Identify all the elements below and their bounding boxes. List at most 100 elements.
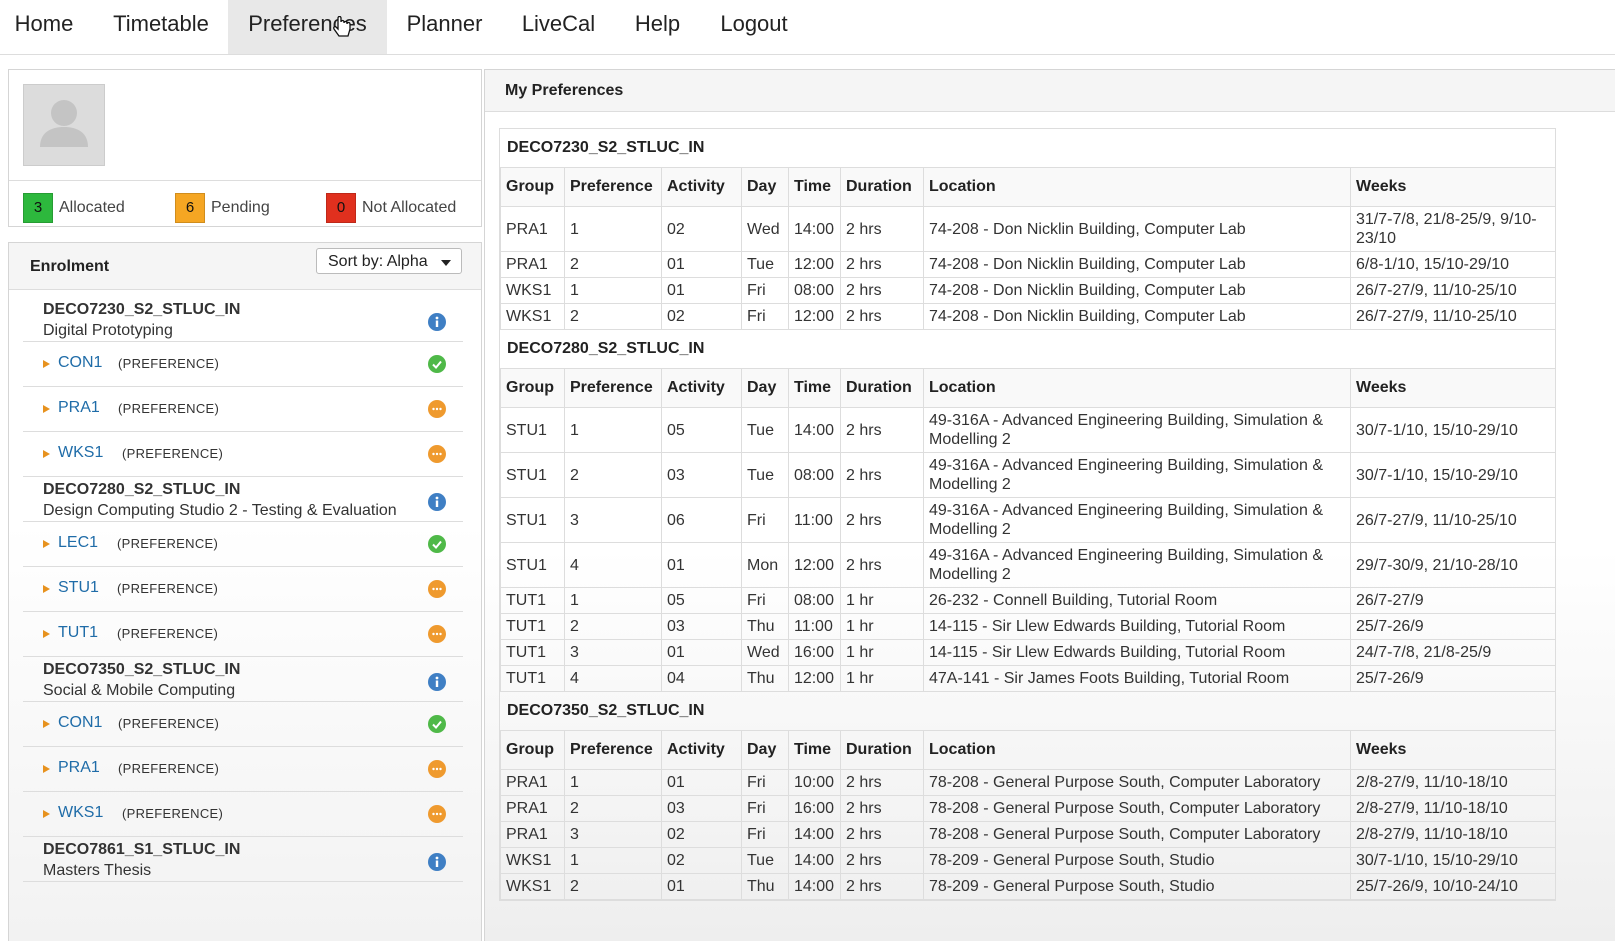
table-cell: 1 xyxy=(564,587,662,614)
table-row: STU1 2 03 Tue 08:00 2 hrs 49-316A - Advanced E… xyxy=(500,452,1556,498)
info-icon[interactable] xyxy=(428,853,446,871)
column-header: Preference xyxy=(564,368,662,408)
sort-dropdown[interactable]: Sort by: Alpha xyxy=(316,248,462,274)
column-header: Group xyxy=(500,167,565,207)
activity-code[interactable]: LEC1 xyxy=(58,534,98,552)
nav-planner[interactable]: Planner xyxy=(387,0,502,54)
activity-row[interactable]: LEC1 (PREFERENCE) xyxy=(23,522,463,567)
expand-arrow-icon[interactable] xyxy=(43,720,50,728)
expand-arrow-icon[interactable] xyxy=(43,765,50,773)
table-cell: 11:00 xyxy=(788,613,841,640)
table-cell: 2 xyxy=(564,873,662,900)
activity-code[interactable]: STU1 xyxy=(58,579,99,597)
expand-arrow-icon[interactable] xyxy=(43,585,50,593)
table-cell: 49-316A - Advanced Engineering Building,… xyxy=(923,452,1351,498)
table-cell: 29/7-30/9, 21/10-28/10 xyxy=(1350,542,1556,588)
nav-help[interactable]: Help xyxy=(615,0,700,54)
activity-code[interactable]: WKS1 xyxy=(58,804,103,822)
table-cell: 16:00 xyxy=(788,639,841,666)
table-cell: Mon xyxy=(741,542,789,588)
pending-dots-icon xyxy=(428,445,446,463)
expand-arrow-icon[interactable] xyxy=(43,630,50,638)
info-icon[interactable] xyxy=(428,313,446,331)
nav-home[interactable]: Home xyxy=(0,0,88,54)
column-header: Activity xyxy=(661,368,742,408)
expand-arrow-icon[interactable] xyxy=(43,540,50,548)
user-silhouette-icon xyxy=(40,100,88,147)
table-cell: Wed xyxy=(741,639,789,666)
table-row: STU1 4 01 Mon 12:00 2 hrs 49-316A - Advanced E… xyxy=(500,542,1556,588)
course-block-title: DECO7350_S2_STLUC_IN xyxy=(507,702,705,719)
table-cell: 2 hrs xyxy=(840,769,924,796)
column-header: Preference xyxy=(564,167,662,207)
activity-row[interactable]: CON1 (PREFERENCE) xyxy=(23,702,463,747)
info-icon[interactable] xyxy=(428,493,446,511)
table-cell: 2 hrs xyxy=(840,821,924,848)
activity-code[interactable]: WKS1 xyxy=(58,444,103,462)
table-cell: 14:00 xyxy=(788,206,841,252)
nav-timetable[interactable]: Timetable xyxy=(94,0,228,54)
table-cell: 2 hrs xyxy=(840,497,924,543)
table-row: TUT1 3 01 Wed 16:00 1 hr 14-115 - Sir Llew Edw… xyxy=(500,639,1556,666)
expand-arrow-icon[interactable] xyxy=(43,450,50,458)
preferences-tables: DECO7230_S2_STLUC_IN Group Preference Activ… xyxy=(499,128,1556,901)
table-header-row: Group Preference Activity Day Time Duration Lo… xyxy=(500,730,1556,770)
table-cell: WKS1 xyxy=(500,303,565,330)
expand-arrow-icon[interactable] xyxy=(43,360,50,368)
activity-code[interactable]: CON1 xyxy=(58,714,102,732)
activity-code[interactable]: PRA1 xyxy=(58,759,100,777)
table-cell: Fri xyxy=(741,795,789,822)
table-row: PRA1 2 03 Fri 16:00 2 hrs 78-208 - General Pur… xyxy=(500,795,1556,822)
table-cell: 01 xyxy=(661,769,742,796)
activity-row[interactable]: PRA1 (PREFERENCE) xyxy=(23,747,463,792)
column-header: Day xyxy=(741,167,789,207)
activity-row[interactable]: PRA1 (PREFERENCE) xyxy=(23,387,463,432)
table-cell: 26/7-27/9, 11/10-25/10 xyxy=(1350,497,1556,543)
activity-row[interactable]: STU1 (PREFERENCE) xyxy=(23,567,463,612)
activity-code[interactable]: TUT1 xyxy=(58,624,98,642)
table-cell: 31/7-7/8, 21/8-25/9, 9/10-23/10 xyxy=(1350,206,1556,252)
course-name: Design Computing Studio 2 - Testing & Ev… xyxy=(43,502,397,519)
column-header: Weeks xyxy=(1350,730,1556,770)
expand-arrow-icon[interactable] xyxy=(43,810,50,818)
table-row: STU1 3 06 Fri 11:00 2 hrs 49-316A - Advanced E… xyxy=(500,497,1556,543)
activity-row[interactable]: WKS1 (PREFERENCE) xyxy=(23,432,463,477)
allocated-check-icon xyxy=(428,535,446,553)
pending-dots-icon xyxy=(428,625,446,643)
nav-logout[interactable]: Logout xyxy=(700,0,808,54)
pending-dots-icon xyxy=(428,400,446,418)
course-name: Masters Thesis xyxy=(43,862,152,879)
column-header: Duration xyxy=(840,167,924,207)
table-cell: 2 xyxy=(564,303,662,330)
activity-row[interactable]: WKS1 (PREFERENCE) xyxy=(23,792,463,837)
table-cell: TUT1 xyxy=(500,587,565,614)
caret-down-icon xyxy=(441,260,451,266)
table-cell: 1 xyxy=(564,847,662,874)
activity-code[interactable]: CON1 xyxy=(58,354,102,372)
column-header: Time xyxy=(788,167,841,207)
table-row: WKS1 1 01 Fri 08:00 2 hrs 74-208 - Don Nicklin… xyxy=(500,277,1556,304)
table-cell: 14-115 - Sir Llew Edwards Building, Tuto… xyxy=(923,639,1351,666)
table-cell: 2 hrs xyxy=(840,407,924,453)
activity-row[interactable]: TUT1 (PREFERENCE) xyxy=(23,612,463,657)
column-header: Weeks xyxy=(1350,167,1556,207)
info-icon[interactable] xyxy=(428,673,446,691)
table-cell: Thu xyxy=(741,873,789,900)
expand-arrow-icon[interactable] xyxy=(43,405,50,413)
preferences-title: My Preferences xyxy=(505,82,624,99)
nav-preferences[interactable]: Preferences xyxy=(228,0,387,54)
table-cell: 30/7-1/10, 15/10-29/10 xyxy=(1350,847,1556,874)
nav-livecal[interactable]: LiveCal xyxy=(502,0,615,54)
table-cell: PRA1 xyxy=(500,795,565,822)
table-cell: 02 xyxy=(661,847,742,874)
course-name: Social & Mobile Computing xyxy=(43,682,236,699)
table-cell: 02 xyxy=(661,821,742,848)
hand-cursor-icon xyxy=(333,16,351,37)
table-cell: 2 xyxy=(564,795,662,822)
table-cell: 14:00 xyxy=(788,873,841,900)
table-cell: 1 xyxy=(564,277,662,304)
table-cell: 12:00 xyxy=(788,303,841,330)
activity-row[interactable]: CON1 (PREFERENCE) xyxy=(23,342,463,387)
table-cell: TUT1 xyxy=(500,639,565,666)
activity-code[interactable]: PRA1 xyxy=(58,399,100,417)
